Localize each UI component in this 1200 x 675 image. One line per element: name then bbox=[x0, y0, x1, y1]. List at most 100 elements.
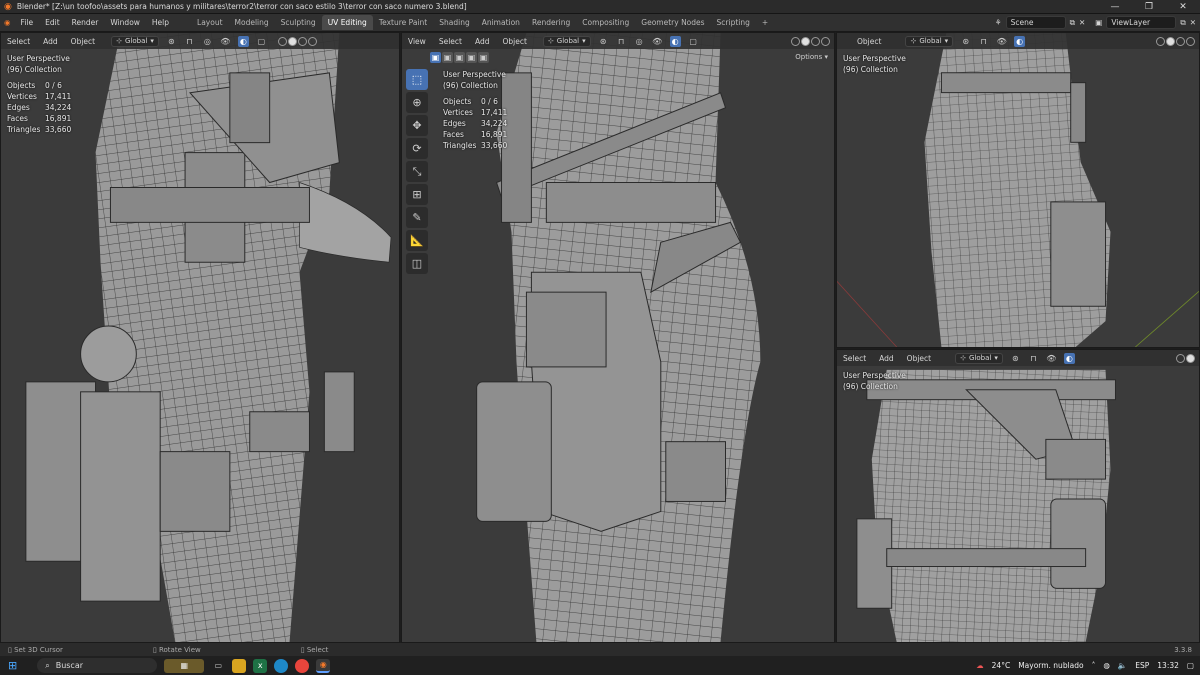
scene-field[interactable]: Scene bbox=[1005, 16, 1066, 29]
add-workspace-button[interactable]: + bbox=[756, 15, 774, 30]
material-shading-icon[interactable] bbox=[297, 36, 307, 46]
proportional-edit-icon[interactable]: ◎ bbox=[202, 36, 213, 47]
task-view-icon[interactable]: ▭ bbox=[211, 659, 225, 673]
explorer-icon[interactable] bbox=[232, 658, 247, 673]
delete-scene-icon[interactable]: ✕ bbox=[1079, 18, 1085, 27]
minimize-button[interactable]: — bbox=[1098, 0, 1132, 14]
select-box-tool-icon[interactable]: ⬚ bbox=[406, 69, 428, 90]
delete-view-layer-icon[interactable]: ✕ bbox=[1190, 18, 1196, 27]
rendered-shading-icon[interactable] bbox=[307, 36, 317, 46]
visibility-icon[interactable]: 👁 bbox=[652, 36, 663, 47]
view-layer-field[interactable]: ViewLayer bbox=[1106, 16, 1177, 29]
blender-taskbar-icon[interactable]: ◉ bbox=[316, 658, 331, 673]
select-intersect-icon[interactable]: ▣ bbox=[478, 52, 489, 63]
pivot-icon[interactable]: ⊛ bbox=[960, 36, 971, 47]
network-icon[interactable]: ◍ bbox=[1103, 661, 1110, 670]
menu-help[interactable]: Help bbox=[150, 16, 171, 29]
viewport-right-top[interactable]: Object ⊹ Global ▾ ⊛ ⊓ 👁 ◐ User Perspective… bbox=[836, 32, 1200, 348]
blender-menu-icon[interactable]: ◉ bbox=[4, 18, 11, 27]
transform-orientation-dropdown[interactable]: ⊹ Global ▾ bbox=[905, 35, 954, 47]
tab-geometry-nodes[interactable]: Geometry Nodes bbox=[635, 15, 710, 30]
options-dropdown[interactable]: Options ▾ bbox=[795, 53, 828, 61]
rendered-shading-icon[interactable] bbox=[1186, 36, 1195, 46]
snap-icon[interactable]: ⊓ bbox=[184, 36, 195, 47]
tab-rendering[interactable]: Rendering bbox=[526, 15, 576, 30]
solid-shading-icon[interactable] bbox=[1166, 36, 1175, 46]
transform-orientation-dropdown[interactable]: ⊹ Global ▾ bbox=[955, 352, 1003, 364]
proportional-edit-icon[interactable]: ◎ bbox=[634, 36, 645, 47]
viewport-left[interactable]: Select Add Object ⊹ Global ▾ ⊛ ⊓ ◎ 👁 ◐ ▢ U… bbox=[0, 32, 400, 643]
solid-shading-icon[interactable] bbox=[287, 36, 297, 46]
tab-modeling[interactable]: Modeling bbox=[229, 15, 275, 30]
move-tool-icon[interactable]: ✥ bbox=[406, 115, 428, 136]
overlays-icon[interactable]: ◐ bbox=[1063, 352, 1075, 364]
tab-layout[interactable]: Layout bbox=[191, 15, 229, 30]
volume-icon[interactable]: 🔈 bbox=[1118, 661, 1127, 670]
snap-icon[interactable]: ⊓ bbox=[616, 36, 627, 47]
pivot-icon[interactable]: ⊛ bbox=[166, 36, 177, 47]
tab-texture-paint[interactable]: Texture Paint bbox=[373, 15, 433, 30]
close-button[interactable]: ✕ bbox=[1166, 0, 1200, 14]
clock[interactable]: 13:32 bbox=[1157, 661, 1179, 670]
select-new-icon[interactable]: ▣ bbox=[430, 52, 441, 63]
scale-tool-icon[interactable]: ⤡ bbox=[406, 161, 428, 182]
overlays-icon[interactable]: ◐ bbox=[237, 35, 249, 47]
language-indicator[interactable]: ESP bbox=[1135, 661, 1149, 670]
notifications-icon[interactable]: ▢ bbox=[1187, 661, 1194, 670]
select-menu[interactable]: Select bbox=[436, 36, 465, 47]
maximize-button[interactable]: ❐ bbox=[1132, 0, 1166, 14]
select-invert-icon[interactable]: ▣ bbox=[466, 52, 477, 63]
add-menu[interactable]: Add bbox=[472, 36, 493, 47]
material-shading-icon[interactable] bbox=[1176, 36, 1185, 46]
view-menu[interactable]: View bbox=[405, 36, 429, 47]
wireframe-shading-icon[interactable] bbox=[1176, 353, 1185, 363]
rendered-shading-icon[interactable] bbox=[821, 36, 830, 46]
menu-file[interactable]: File bbox=[19, 16, 36, 29]
cursor-tool-icon[interactable]: ⊕ bbox=[406, 92, 428, 113]
snap-icon[interactable]: ⊓ bbox=[1028, 353, 1039, 364]
tab-compositing[interactable]: Compositing bbox=[576, 15, 635, 30]
select-extend-icon[interactable]: ▣ bbox=[442, 52, 453, 63]
object-menu[interactable]: Object bbox=[68, 36, 98, 47]
edge-icon[interactable] bbox=[274, 658, 289, 673]
overlays-icon[interactable]: ◐ bbox=[1014, 35, 1026, 47]
material-shading-icon[interactable] bbox=[811, 36, 820, 46]
select-menu[interactable]: Select bbox=[4, 36, 33, 47]
news-widget-icon[interactable]: ▦ bbox=[164, 658, 205, 673]
tab-scripting[interactable]: Scripting bbox=[711, 15, 756, 30]
transform-orientation-dropdown[interactable]: ⊹ Global ▾ bbox=[111, 35, 159, 47]
taskbar-search[interactable]: ⌕ Buscar bbox=[37, 658, 158, 673]
wireframe-shading-icon[interactable] bbox=[277, 36, 287, 46]
solid-shading-icon[interactable] bbox=[801, 36, 810, 46]
object-menu[interactable]: Object bbox=[904, 353, 934, 364]
pivot-icon[interactable]: ⊛ bbox=[1010, 353, 1021, 364]
tray-chevron-icon[interactable]: ˄ bbox=[1092, 661, 1096, 670]
select-subtract-icon[interactable]: ▣ bbox=[454, 52, 465, 63]
tab-uv-editing[interactable]: UV Editing bbox=[321, 15, 373, 30]
new-scene-icon[interactable]: ⧉ bbox=[1070, 18, 1075, 28]
overlays-icon[interactable]: ◐ bbox=[669, 35, 681, 47]
wireframe-shading-icon[interactable] bbox=[1156, 36, 1165, 46]
object-menu[interactable]: Object bbox=[499, 36, 529, 47]
pivot-icon[interactable]: ⊛ bbox=[598, 36, 609, 47]
add-menu[interactable]: Add bbox=[876, 353, 897, 364]
solid-shading-icon[interactable] bbox=[1186, 353, 1195, 363]
excel-icon[interactable]: x bbox=[253, 658, 268, 673]
add-cube-tool-icon[interactable]: ◫ bbox=[406, 253, 428, 274]
windows-start-icon[interactable]: ⊞ bbox=[8, 659, 17, 672]
measure-tool-icon[interactable]: 📐 bbox=[406, 230, 428, 251]
tab-sculpting[interactable]: Sculpting bbox=[275, 15, 322, 30]
chrome-icon[interactable] bbox=[295, 658, 310, 673]
object-menu[interactable]: Object bbox=[854, 36, 884, 47]
viewport-middle[interactable]: View Select Add Object ⊹ Global ▾ ⊛ ⊓ ◎ 👁 … bbox=[401, 32, 835, 643]
tab-shading[interactable]: Shading bbox=[433, 15, 475, 30]
wireframe-shading-icon[interactable] bbox=[791, 36, 800, 46]
annotate-tool-icon[interactable]: ✎ bbox=[406, 207, 428, 228]
snap-icon[interactable]: ⊓ bbox=[978, 36, 989, 47]
xray-icon[interactable]: ▢ bbox=[688, 36, 699, 47]
new-view-layer-icon[interactable]: ⧉ bbox=[1180, 18, 1185, 28]
xray-icon[interactable]: ▢ bbox=[256, 36, 267, 47]
add-menu[interactable]: Add bbox=[40, 36, 61, 47]
rotate-tool-icon[interactable]: ⟳ bbox=[406, 138, 428, 159]
transform-orientation-dropdown[interactable]: ⊹ Global ▾ bbox=[542, 35, 591, 47]
